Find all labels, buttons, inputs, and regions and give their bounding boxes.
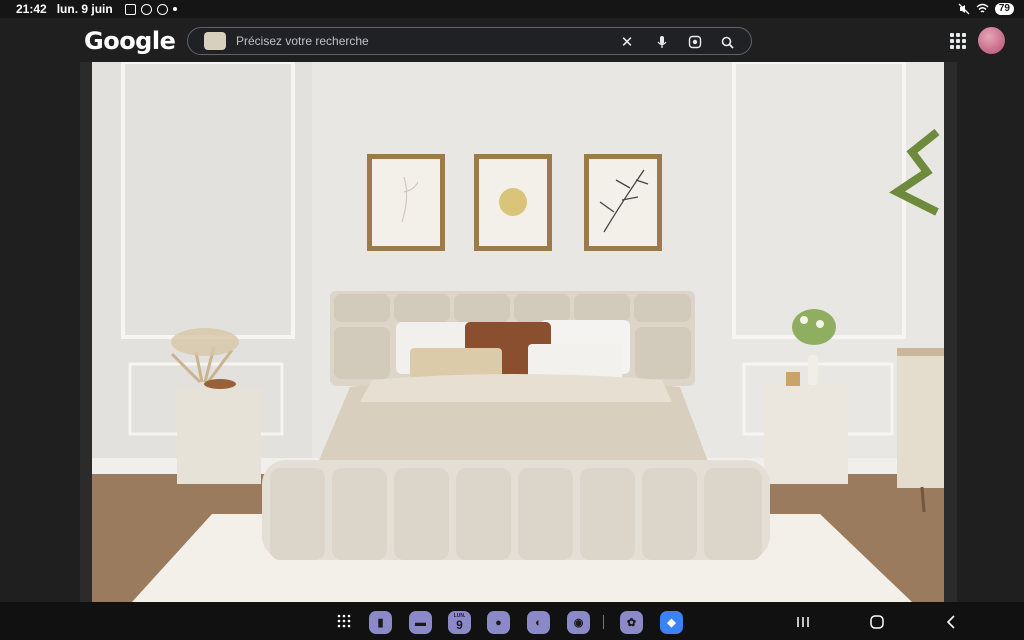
taskbar: ▮ ▬ LUN. 9 ● ◐ ◉ ✿ ◆ xyxy=(0,602,1024,640)
search-icon[interactable] xyxy=(718,33,736,51)
mute-icon xyxy=(958,3,970,15)
bedroom-photo[interactable] xyxy=(92,62,944,602)
mic-icon[interactable] xyxy=(653,33,671,51)
avatar[interactable] xyxy=(978,27,1005,54)
calendar-app-icon[interactable]: LUN. 9 xyxy=(448,611,471,634)
status-bar: 21:42 lun. 9 juin 79 xyxy=(0,0,1024,18)
close-icon[interactable]: ✕ xyxy=(618,33,636,51)
wifi-icon xyxy=(976,3,989,13)
apps-grid-icon[interactable] xyxy=(947,30,967,50)
app-drawer-icon[interactable] xyxy=(333,611,355,631)
roblox-app-icon[interactable]: ◆ xyxy=(660,611,683,634)
back-button[interactable] xyxy=(940,612,962,632)
calendar-day: 9 xyxy=(456,618,463,632)
search-box[interactable]: ✕ xyxy=(187,27,752,55)
recents-button[interactable] xyxy=(792,612,814,632)
data-saver-icon xyxy=(156,3,168,15)
camera-app-icon[interactable]: ◉ xyxy=(567,611,590,634)
search-input[interactable] xyxy=(236,34,606,48)
lens-icon[interactable] xyxy=(686,33,704,51)
status-date: lun. 9 juin xyxy=(56,2,113,16)
files-app-icon[interactable]: ▬ xyxy=(409,611,432,634)
notes-app-icon[interactable]: ▮ xyxy=(369,611,392,634)
google-header: Google ✕ xyxy=(0,18,1024,62)
notification-icons xyxy=(124,3,177,15)
messages-app-icon[interactable]: ● xyxy=(487,611,510,634)
home-button[interactable] xyxy=(866,612,888,632)
battery-indicator: 79 xyxy=(994,3,1014,15)
location-icon xyxy=(140,3,152,15)
dock-divider xyxy=(603,615,604,629)
screenshot-icon xyxy=(124,3,136,15)
status-time: 21:42 xyxy=(16,2,47,16)
google-logo[interactable]: Google xyxy=(84,27,176,55)
flower-app-icon[interactable]: ✿ xyxy=(620,611,643,634)
search-image-thumbnail[interactable] xyxy=(204,32,226,50)
system-status-icons: 79 xyxy=(958,3,1014,15)
more-notifications-icon xyxy=(172,7,177,11)
browser-app-icon[interactable]: ◐ xyxy=(527,611,550,634)
